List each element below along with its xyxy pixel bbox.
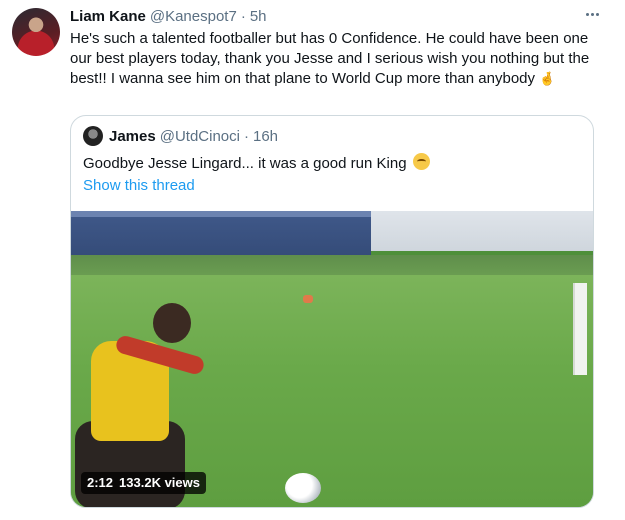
video-views: 133.2K views — [119, 475, 200, 490]
quoted-author-name: James — [109, 127, 156, 145]
quoted-tweet[interactable]: James @UtdCinoci · 16h Goodbye Jesse Lin… — [70, 115, 594, 508]
tweet[interactable]: Liam Kane @Kanespot7 · 5h He's such a ta… — [0, 0, 625, 520]
video-frame-ball — [285, 473, 321, 503]
tweet-text: He's such a talented footballer but has … — [70, 29, 610, 89]
header-separator: · — [240, 8, 246, 25]
more-horizontal-icon[interactable] — [578, 4, 606, 24]
author-handle[interactable]: @Kanespot7 — [150, 8, 237, 25]
video-frame-player-head — [153, 303, 191, 343]
show-thread-link[interactable]: Show this thread — [83, 177, 195, 194]
tweet-header: Liam Kane @Kanespot7 · 5h — [70, 8, 267, 25]
author-name[interactable]: Liam Kane — [70, 8, 146, 25]
crossed-fingers-emoji: 🤞 — [539, 71, 556, 86]
quoted-author-avatar — [83, 126, 103, 146]
relieved-face-emoji — [412, 153, 430, 170]
quoted-header-separator: · — [243, 127, 249, 145]
tweet-text-body: He's such a talented footballer but has … — [70, 30, 590, 87]
quoted-timestamp: 16h — [252, 127, 279, 145]
video-player[interactable]: 2:12 133.2K views — [71, 211, 593, 507]
video-duration: 2:12 — [87, 475, 114, 490]
quoted-author-handle: @UtdCinoci — [159, 127, 240, 145]
video-frame-cone — [303, 295, 313, 303]
video-frame-goal — [573, 283, 587, 375]
quoted-tweet-text: Goodbye Jesse Lingard... it was a good r… — [83, 153, 430, 174]
quoted-tweet-text-body: Goodbye Jesse Lingard... it was a good r… — [83, 155, 407, 172]
video-stats-badge: 2:12 133.2K views — [81, 472, 206, 494]
quoted-tweet-header: James @UtdCinoci · 16h — [83, 126, 278, 146]
tweet-timestamp[interactable]: 5h — [250, 8, 267, 25]
author-avatar[interactable] — [12, 8, 60, 56]
